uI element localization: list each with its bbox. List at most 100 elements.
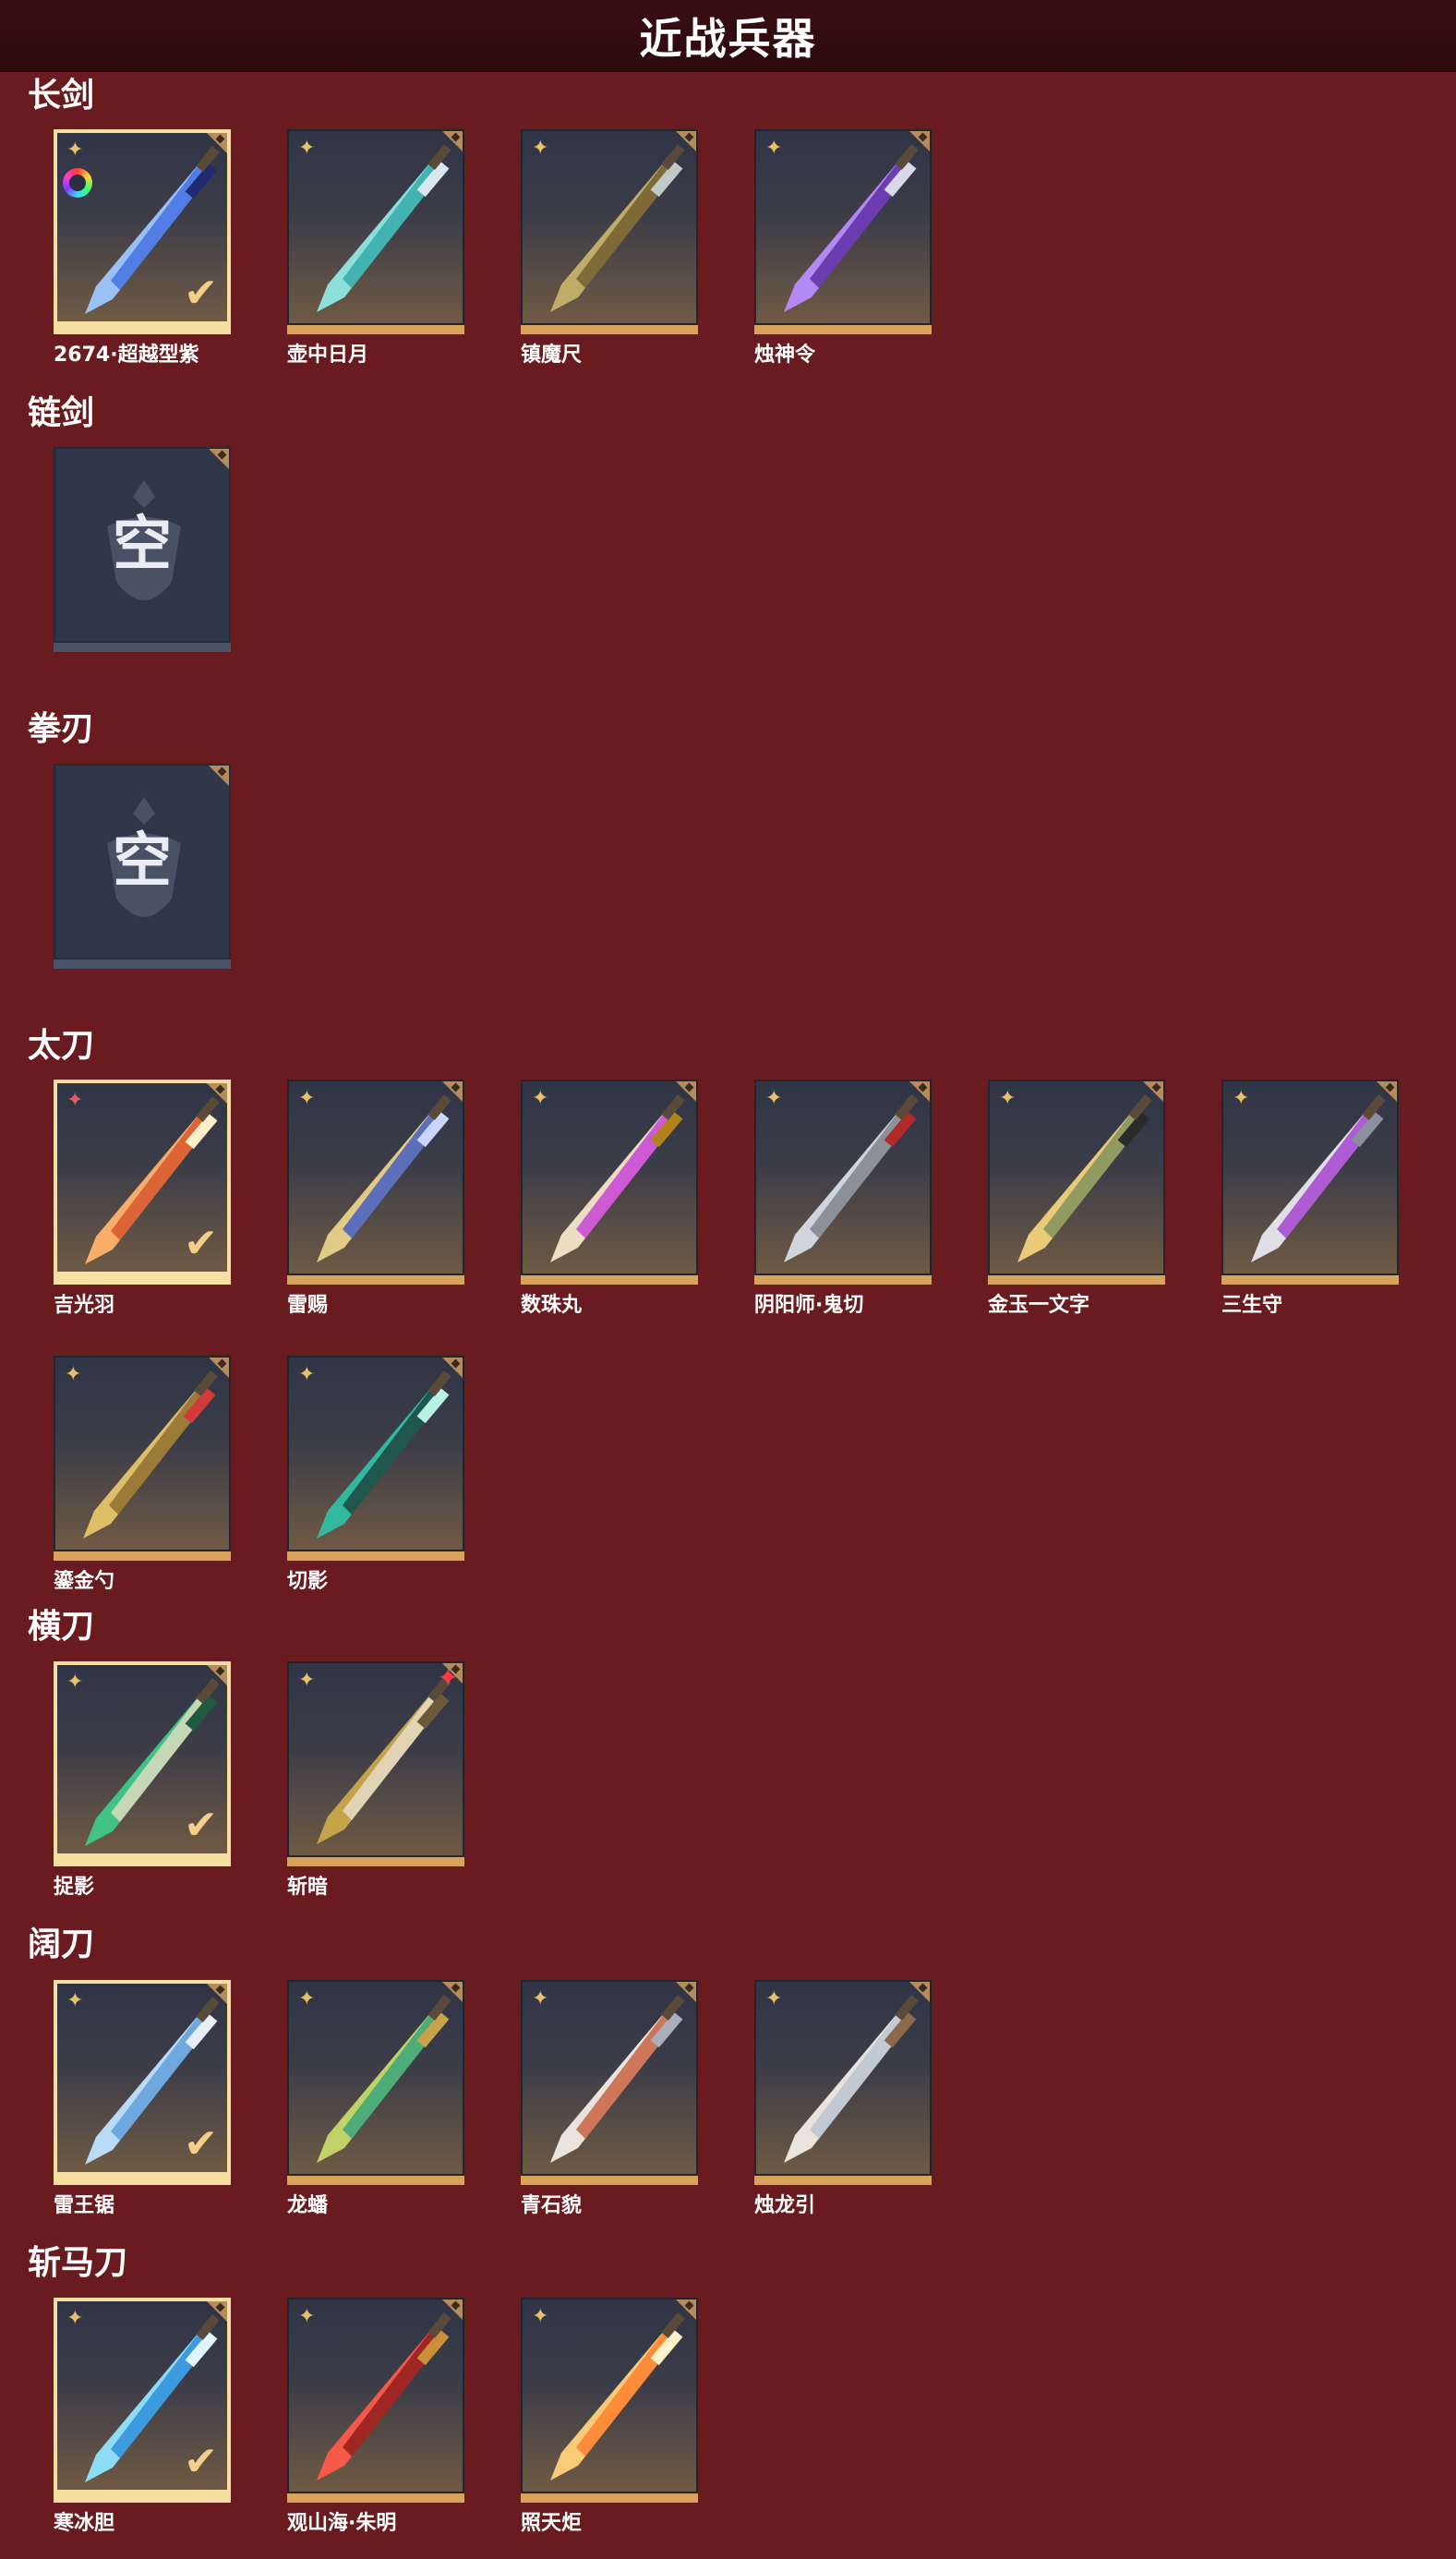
- gold-star-icon: ✦: [298, 2305, 316, 2328]
- gold-star-icon: ✦: [999, 1087, 1017, 1110]
- weapon-name: 镇魔尺: [521, 344, 583, 367]
- weapon-name: 2674·超越型紫: [54, 344, 199, 367]
- weapon-card[interactable]: ✦ 龙蟠: [287, 1980, 464, 2217]
- weapon-card[interactable]: ✦ 观山海·朱明: [287, 2298, 464, 2535]
- rarity-bar: [754, 1275, 932, 1285]
- rarity-bar: [54, 2176, 231, 2185]
- weapon-image: [83, 1370, 218, 1539]
- weapon-name: 雷王锯: [54, 2194, 115, 2217]
- page-title: 近战兵器: [639, 14, 817, 64]
- weapon-tile: ✦ ✔: [54, 2298, 231, 2493]
- weapon-image: [317, 2312, 451, 2481]
- rarity-bar: [54, 1551, 231, 1561]
- weapon-card[interactable]: ✦ ✔ 寒冰胆: [54, 2298, 231, 2535]
- weapon-name: 烛龙引: [754, 2194, 816, 2217]
- weapon-name: 雷赐: [287, 1294, 329, 1317]
- weapon-card[interactable]: ✦ 阴阳师·鬼切: [754, 1080, 932, 1317]
- weapon-tile: ✦: [521, 2298, 698, 2493]
- gold-star-icon: ✦: [765, 1987, 783, 2010]
- category-title: 横刀: [28, 1608, 95, 1646]
- weapon-name: 阴阳师·鬼切: [754, 1294, 864, 1317]
- weapon-card[interactable]: ✦ 三生守: [1221, 1080, 1399, 1317]
- weapon-card[interactable]: ✦ 鎏金勺: [54, 1356, 231, 1593]
- gold-star-icon: ✦: [1233, 1087, 1250, 1110]
- weapon-card[interactable]: ✦ ✦ 斩暗: [287, 1661, 464, 1899]
- red-badge-icon: ✦: [437, 1662, 459, 1693]
- weapon-name: 鎏金勺: [54, 1570, 115, 1593]
- weapon-card[interactable]: ✦ 烛神令: [754, 129, 932, 367]
- rarity-bar: [287, 1857, 464, 1866]
- rarity-bar: [1221, 1275, 1399, 1285]
- weapon-image: [784, 144, 919, 312]
- weapon-tile: ✦: [287, 1080, 464, 1275]
- weapon-name: 烛神令: [754, 344, 816, 367]
- rarity-bar: [54, 960, 231, 969]
- weapon-name: 吉光羽: [54, 1294, 115, 1317]
- weapon-name: 三生守: [1221, 1294, 1283, 1317]
- rarity-bar: [287, 2493, 464, 2503]
- weapon-name: 切影: [287, 1570, 329, 1593]
- gold-star-icon: ✦: [532, 1987, 549, 2010]
- rarity-bar: [54, 643, 231, 652]
- weapon-card[interactable]: ✦ 壶中日月: [287, 129, 464, 367]
- weapon-card[interactable]: ✦ ✔ 2674·超越型紫: [54, 129, 231, 367]
- category-title: 链剑: [28, 394, 95, 432]
- weapon-tile: ✦: [988, 1080, 1165, 1275]
- rarity-bar: [521, 2176, 698, 2185]
- checkmark-icon: ✔: [184, 270, 218, 317]
- weapon-tile: ✦: [287, 2298, 464, 2493]
- weapon-image: [317, 144, 451, 312]
- rarity-bar: [287, 1551, 464, 1561]
- rainbow-ring-icon: [63, 168, 92, 198]
- weapon-image: [317, 1676, 451, 1844]
- weapon-image: [1017, 1094, 1152, 1262]
- gold-star-icon: ✦: [66, 1671, 84, 1694]
- weapon-card[interactable]: ✦ 数珠丸: [521, 1080, 698, 1317]
- weapon-card[interactable]: ✦ ✔ 吉光羽: [54, 1080, 231, 1317]
- weapon-tile: ✦: [521, 129, 698, 325]
- weapon-image: [550, 1094, 685, 1262]
- weapon-card[interactable]: ✦ 青石貌: [521, 1980, 698, 2217]
- gold-star-icon: ✦: [66, 139, 84, 162]
- category-title: 拳刃: [28, 710, 95, 748]
- weapon-tile: ✦: [287, 1356, 464, 1551]
- empty-weapon-slot[interactable]: 空: [54, 764, 231, 969]
- weapon-image: [550, 2312, 685, 2481]
- checkmark-icon: ✔: [184, 2120, 218, 2167]
- weapon-tile: ✦ ✔: [54, 1980, 231, 2176]
- weapon-card[interactable]: ✦ 照天炬: [521, 2298, 698, 2535]
- rarity-bar: [54, 325, 231, 334]
- weapon-card[interactable]: ✦ 镇魔尺: [521, 129, 698, 367]
- weapon-image: [1251, 1094, 1386, 1262]
- weapon-image: [550, 1995, 685, 2163]
- weapon-tile: ✦: [754, 129, 932, 325]
- weapon-name: 寒冰胆: [54, 2512, 115, 2535]
- weapon-tile: ✦: [754, 1980, 932, 2176]
- weapon-card[interactable]: ✦ ✔ 雷王锯: [54, 1980, 231, 2217]
- rarity-bar: [521, 325, 698, 334]
- gold-star-icon: ✦: [298, 137, 316, 160]
- gold-star-icon: ✦: [298, 1987, 316, 2010]
- weapon-card[interactable]: ✦ 雷赐: [287, 1080, 464, 1317]
- weapon-image: [317, 1370, 451, 1539]
- gold-star-icon: ✦: [298, 1363, 316, 1386]
- weapon-name: 龙蟠: [287, 2194, 329, 2217]
- weapon-card[interactable]: ✦ 金玉一文字: [988, 1080, 1165, 1317]
- checkmark-icon: ✔: [184, 1220, 218, 1267]
- weapon-tile: ✦: [521, 1080, 698, 1275]
- weapon-card[interactable]: ✦ ✔ 捉影: [54, 1661, 231, 1899]
- category-title: 长剑: [28, 77, 95, 115]
- gold-star-icon: ✦: [765, 137, 783, 160]
- weapon-card[interactable]: ✦ 切影: [287, 1356, 464, 1593]
- rarity-bar: [287, 1275, 464, 1285]
- weapon-name: 青石貌: [521, 2194, 583, 2217]
- rarity-bar: [754, 2176, 932, 2185]
- gold-star-icon: ✦: [532, 137, 549, 160]
- weapon-tile: 空: [54, 764, 231, 960]
- gold-star-icon: ✦: [765, 1087, 783, 1110]
- checkmark-icon: ✔: [184, 2438, 218, 2485]
- weapon-card[interactable]: ✦ 烛龙引: [754, 1980, 932, 2217]
- weapon-tile: ✦: [754, 1080, 932, 1275]
- empty-weapon-slot[interactable]: 空: [54, 447, 231, 652]
- weapon-image: [784, 1094, 919, 1262]
